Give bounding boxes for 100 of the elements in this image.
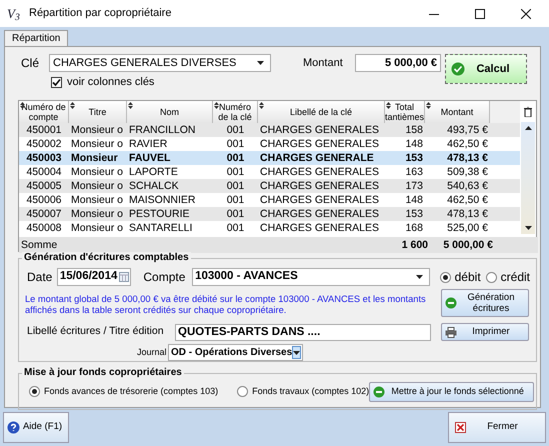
column-header[interactable]: Montant [425,101,490,123]
table-cell-text: CHARGES GENERALES [259,123,380,137]
table-cell-text: SANTARELLI [128,221,194,235]
amount-field[interactable]: 5 000,00 € [355,54,441,72]
radio-label: débit [454,269,481,286]
title-field[interactable]: QUOTES-PARTS DANS .... [175,324,431,340]
key-dropdown[interactable]: CHARGES GENERALES DIVERSES [49,54,271,72]
table-cell-text: 450004 [25,165,63,179]
caret-icon [293,350,300,354]
table-cell-text: 450002 [25,137,63,151]
column-header[interactable]: Titre [69,101,127,123]
table-row[interactable]: 450007 Monsieur o PESTOURIE 001 CHARGES GENERALES 153 478,13 € [19,207,520,221]
table-cell-text: PESTOURIE [128,207,190,221]
table-cell-text: 450007 [25,207,63,221]
app-logo: V$_{3}$ [7,4,21,24]
table-cell-text: 001 [226,193,246,207]
table-cell-text: 450001 [25,123,63,137]
table-cell-text: 001 [226,165,246,179]
table-cell-text: CHARGES GENERALES [259,221,380,235]
calendar-icon [119,272,130,282]
table-cell-text: CHARGES GENERALES [259,179,380,193]
table-cell-text: Monsieur o [70,179,124,193]
calculate-button[interactable]: Calcul [445,54,527,84]
close-button[interactable]: Fermer [448,412,546,443]
table-row[interactable]: 450001 Monsieur o FRANCILLON 001 CHARGES GENERALES 158 493,75 € [19,123,520,137]
field-label: Compte [143,269,186,286]
table-cell-text: Monsieur o [70,137,124,151]
table-cell-text: CHARGES GENERALES [259,193,380,207]
window-title: Répartition par copropriétaire [29,6,172,22]
table-cell-text: FRANCILLON [128,123,197,137]
help-icon [7,421,20,434]
table-cell-text: CHARGES GENERALE [259,151,375,165]
field-label: Montant [303,56,344,71]
table-cell-text: 001 [226,123,246,137]
checkbox-label: voir colonnes clés [67,75,154,90]
journal-dropdown[interactable]: OD - Opérations Diverses [168,344,303,361]
minus-circle-icon [373,386,386,398]
table-cell-text: CHARGES GENERALES [259,165,380,179]
table-cell-text: 001 [226,137,246,151]
radio-button[interactable] [29,386,40,397]
radio-button[interactable] [486,272,497,282]
radio-label: Fonds travaux (comptes 102) [252,384,370,398]
radio-button[interactable] [237,386,248,397]
field-label: Date [26,269,54,286]
column-header[interactable]: Numéro de la clé [213,101,258,123]
table-cell-text: 493,75 € [446,123,489,137]
table-cell-text: 001 [226,151,246,165]
table-cell-text: CHARGES GENERALES [259,137,380,151]
radio-button[interactable] [440,272,451,282]
scrollbar[interactable] [521,122,535,234]
minus-circle-icon [445,297,457,309]
caret-icon [524,226,532,230]
sum-total: 1 600 [400,238,429,253]
update-fund-button[interactable]: Mettre à jour le fonds sélectionné [369,382,534,402]
sort-icon [20,102,25,109]
table-cell-text: RAVIER [128,137,168,151]
table-cell-text: 450003 [25,151,63,165]
table-row[interactable]: 450003 Monsieur FAUVEL 001 CHARGES GENERALE 153 478,13 € [19,151,520,165]
table-cell-text: 168 [404,221,424,235]
table-cell-text: 478,13 € [446,207,489,221]
table-cell-text: 148 [404,137,424,151]
column-header[interactable]: Libellé de la clé [258,101,385,123]
table-cell-text: SCHALCK [128,179,180,193]
caret-icon [416,275,423,279]
radio-label: Fonds avances de trésorerie (comptes 103) [44,384,218,398]
table-cell-text: MAISONNIER [128,193,197,207]
table-cell-text: FAUVEL [128,151,172,165]
table-cell-text: 540,63 € [446,179,489,193]
info-message: Le montant global de 5 000,00 € va être débité sur le compte 103000 - AVANCES et les montants affichés dans la table seront crédités sur chaque copropriétaire. [25,293,427,317]
field-label: Libellé écritures / Titre édition [26,324,165,340]
table-cell-text: 153 [404,151,424,165]
close-icon [455,422,466,433]
table-cell-text: 525,00 € [446,221,489,235]
account-dropdown[interactable]: 103000 - AVANCES [192,268,430,286]
table-row[interactable]: 450005 Monsieur o SCHALCK 001 CHARGES GENERALES 173 540,63 € [19,179,520,193]
check-icon [52,78,61,87]
table-cell-text: Monsieur [70,151,119,165]
maximize-icon [475,8,485,18]
date-field[interactable]: 15/06/2014 [56,268,132,286]
generate-button[interactable]: Génération écritures [441,289,529,317]
group-title: Génération d'écritures comptables [22,252,191,264]
table-cell-text: 001 [226,207,246,221]
table-cell-text: 153 [404,207,424,221]
column-header[interactable]: Nom [127,101,213,123]
table-cell-text: Monsieur o [70,123,124,137]
group-title: Mise à jour fonds copropriétaires [22,367,184,379]
table-cell-text: Monsieur o [70,207,124,221]
tab[interactable]: Répartition [4,30,68,46]
column-header[interactable]: Total tantièmes [385,101,425,123]
table-cell-text: 163 [404,165,424,179]
radio-label: crédit [500,269,530,286]
trash-icon [524,107,532,117]
help-button[interactable]: Aide (F1) [3,412,69,443]
print-button[interactable]: Imprimer [441,323,529,341]
table-cell-text: 450008 [25,221,63,235]
field-label: Journal [137,346,168,359]
checkbox[interactable] [51,77,62,88]
caret-icon [257,61,264,65]
table-cell-text: CHARGES GENERALES [259,207,380,221]
table-cell-text: 148 [404,193,424,207]
